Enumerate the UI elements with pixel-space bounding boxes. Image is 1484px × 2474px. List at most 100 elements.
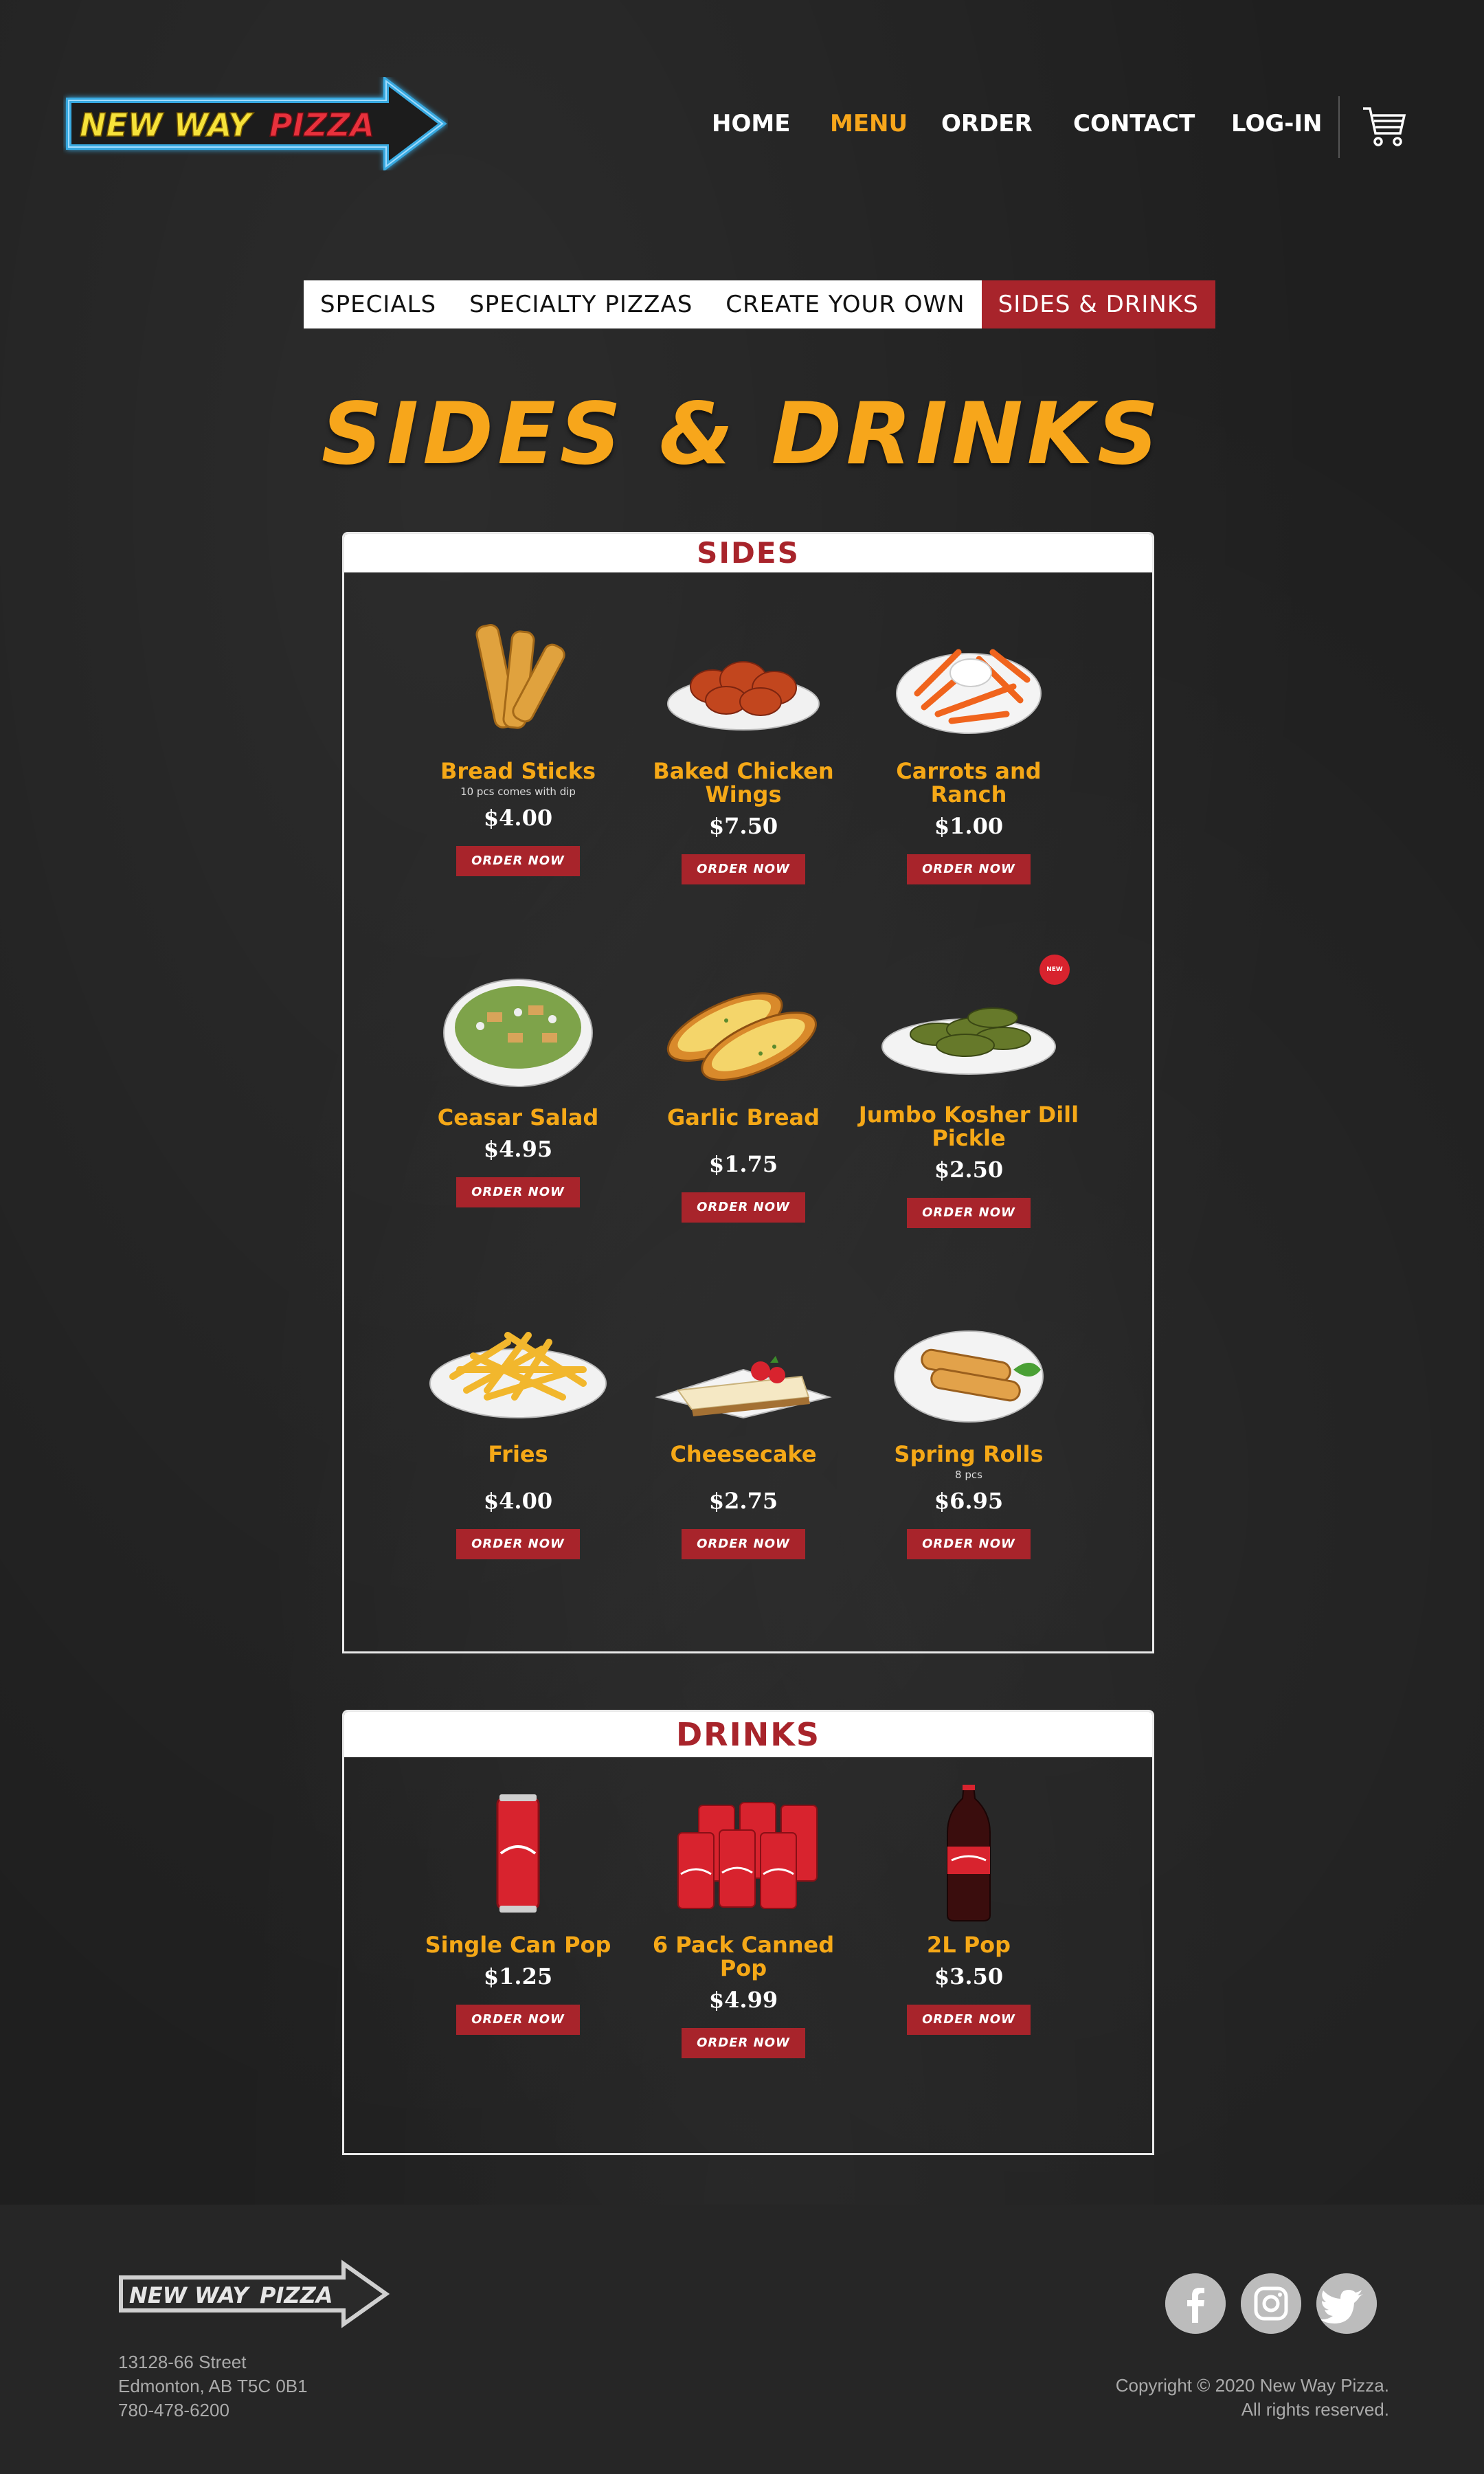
nav-order[interactable]: ORDER [941,110,1033,137]
soda-can-image [496,1794,540,1913]
caesar-salad-image [443,979,593,1087]
menu-item: Ceasar Salad $4.95 ORDER NOW [405,957,631,1207]
drinks-panel: DRINKS Single Can Pop $1.25 ORDER NOW 6 … [342,1710,1154,2155]
menu-item: Baked Chicken Wings $7.50 ORDER NOW [630,611,857,884]
nav-login[interactable]: LOG-IN [1231,110,1322,137]
address: 13128-66 Street Edmonton, AB T5C 0B1 780… [118,2350,308,2422]
item-price: $7.50 [708,813,778,839]
menu-item: 2L Pop $3.50 ORDER NOW [855,1783,1082,2035]
sides-heading: SIDES [344,534,1152,572]
instagram-icon[interactable] [1241,2273,1301,2334]
soda-bottle-image [947,1783,991,1921]
svg-text:PIZZA: PIZZA [269,107,374,144]
svg-text:NEW WAY: NEW WAY [129,2282,250,2308]
bread-sticks-image [475,624,565,729]
order-now-button[interactable]: ORDER NOW [907,1198,1031,1228]
new-way-pizza-logo[interactable]: NEW WAY PIZZA [63,77,448,170]
copyright-line: All rights reserved. [1241,2399,1389,2420]
item-price: $1.75 [708,1151,778,1177]
item-note: 10 pcs comes with dip [460,785,576,798]
menu-item: Cheesecake $2.75 ORDER NOW [630,1294,857,1559]
site-footer: NEW WAY PIZZA 13128-66 Street Edmonton, … [0,2205,1484,2474]
six-pack-image [677,1802,818,1909]
menu-category-tabs: SPECIALS SPECIALTY PIZZAS CREATE YOUR OW… [304,280,1215,328]
item-name: 2L Pop [926,1932,1011,1958]
item-price: $4.99 [708,1987,778,2013]
cheesecake-image [655,1356,832,1419]
menu-item: 6 Pack Canned Pop $4.99 ORDER NOW [630,1785,857,2058]
order-now-button[interactable]: ORDER NOW [907,1529,1031,1559]
site-header: NEW WAY PIZZA HOME MENU ORDER CONTACT LO… [0,0,1484,234]
menu-item: Garlic Bread $1.75 ORDER NOW [630,957,857,1223]
order-now-button[interactable]: ORDER NOW [682,2028,805,2058]
garlic-bread-image [666,992,817,1081]
facebook-icon[interactable] [1165,2273,1226,2334]
menu-item: Carrots and Ranch $1.00 ORDER NOW [855,611,1082,884]
order-now-button[interactable]: ORDER NOW [456,1177,580,1207]
order-now-button[interactable]: ORDER NOW [456,2005,580,2035]
order-now-button[interactable]: ORDER NOW [456,846,580,876]
item-name: Bread Sticks [440,758,596,784]
menu-item: NEW Jumbo Kosher Dill Pickle $2.50 ORDER… [855,955,1082,1228]
nav-contact[interactable]: CONTACT [1073,110,1195,137]
item-note [630,1469,857,1481]
item-price: $6.95 [934,1488,1004,1514]
page-title: SIDES & DRINKS [321,385,1163,484]
item-note [630,1132,857,1144]
nav-divider [1338,96,1340,158]
item-name: Single Can Pop [425,1932,611,1958]
item-price: $2.75 [708,1488,778,1514]
item-price: $4.95 [483,1136,553,1162]
item-price: $4.00 [483,805,553,831]
item-price: $3.50 [934,1963,1004,1990]
tab-create-your-own[interactable]: CREATE YOUR OWN [709,280,981,328]
order-now-button[interactable]: ORDER NOW [682,854,805,884]
nav-home[interactable]: HOME [712,110,790,137]
order-now-button[interactable]: ORDER NOW [907,854,1031,884]
drinks-heading: DRINKS [344,1712,1152,1757]
menu-item: Spring Rolls 8 pcs $6.95 ORDER NOW [855,1294,1082,1559]
item-price: $1.00 [934,813,1004,839]
menu-item: Fries $4.00 ORDER NOW [405,1294,631,1559]
address-line: Edmonton, AB T5C 0B1 [118,2376,308,2396]
nav-menu[interactable]: MENU [830,110,908,137]
order-now-button[interactable]: ORDER NOW [682,1529,805,1559]
copyright-line: Copyright © 2020 New Way Pizza. [1115,2375,1389,2396]
item-price: $4.00 [483,1488,553,1514]
carrots-and-ranch-image [896,649,1042,734]
tab-specials[interactable]: SPECIALS [304,280,453,328]
fries-image [429,1332,607,1418]
item-name: 6 Pack Canned Pop [652,1932,835,1981]
footer-logo[interactable]: NEW WAY PIZZA [117,2260,392,2328]
spring-rolls-image [894,1330,1044,1423]
item-price: $2.50 [934,1157,1004,1183]
item-name: Fries [488,1441,548,1467]
twitter-icon[interactable] [1316,2273,1377,2334]
menu-item: Bread Sticks 10 pcs comes with dip $4.00… [405,611,631,876]
phone-number[interactable]: 780-478-6200 [118,2398,308,2422]
item-note [405,1469,631,1481]
sides-panel: SIDES Bread Sticks 10 pcs comes with dip… [342,532,1154,1653]
item-name: Baked Chicken Wings [653,758,834,807]
order-now-button[interactable]: ORDER NOW [456,1529,580,1559]
order-now-button[interactable]: ORDER NOW [682,1192,805,1223]
svg-text:NEW WAY: NEW WAY [80,107,254,144]
tab-sides-and-drinks[interactable]: SIDES & DRINKS [981,280,1215,328]
item-name: Garlic Bread [666,1104,820,1130]
item-name: Carrots and Ranch [896,758,1042,807]
tab-specialty-pizzas[interactable]: SPECIALTY PIZZAS [453,280,709,328]
order-now-button[interactable]: ORDER NOW [907,2005,1031,2035]
item-note: 8 pcs [955,1469,982,1481]
copyright: Copyright © 2020 New Way Pizza. All righ… [1116,2374,1389,2422]
item-name: Spring Rolls [894,1441,1044,1467]
shopping-cart-icon[interactable] [1360,103,1408,151]
address-line: 13128-66 Street [118,2352,247,2372]
svg-text:PIZZA: PIZZA [260,2282,333,2308]
item-name: Jumbo Kosher Dill Pickle [858,1102,1079,1151]
item-price: $1.25 [483,1963,553,1990]
new-badge: NEW [1039,955,1070,985]
item-name: Cheesecake [670,1441,817,1467]
chicken-wings-image [667,661,820,731]
item-name: Ceasar Salad [437,1104,599,1130]
menu-item: Single Can Pop $1.25 ORDER NOW [405,1785,631,2035]
